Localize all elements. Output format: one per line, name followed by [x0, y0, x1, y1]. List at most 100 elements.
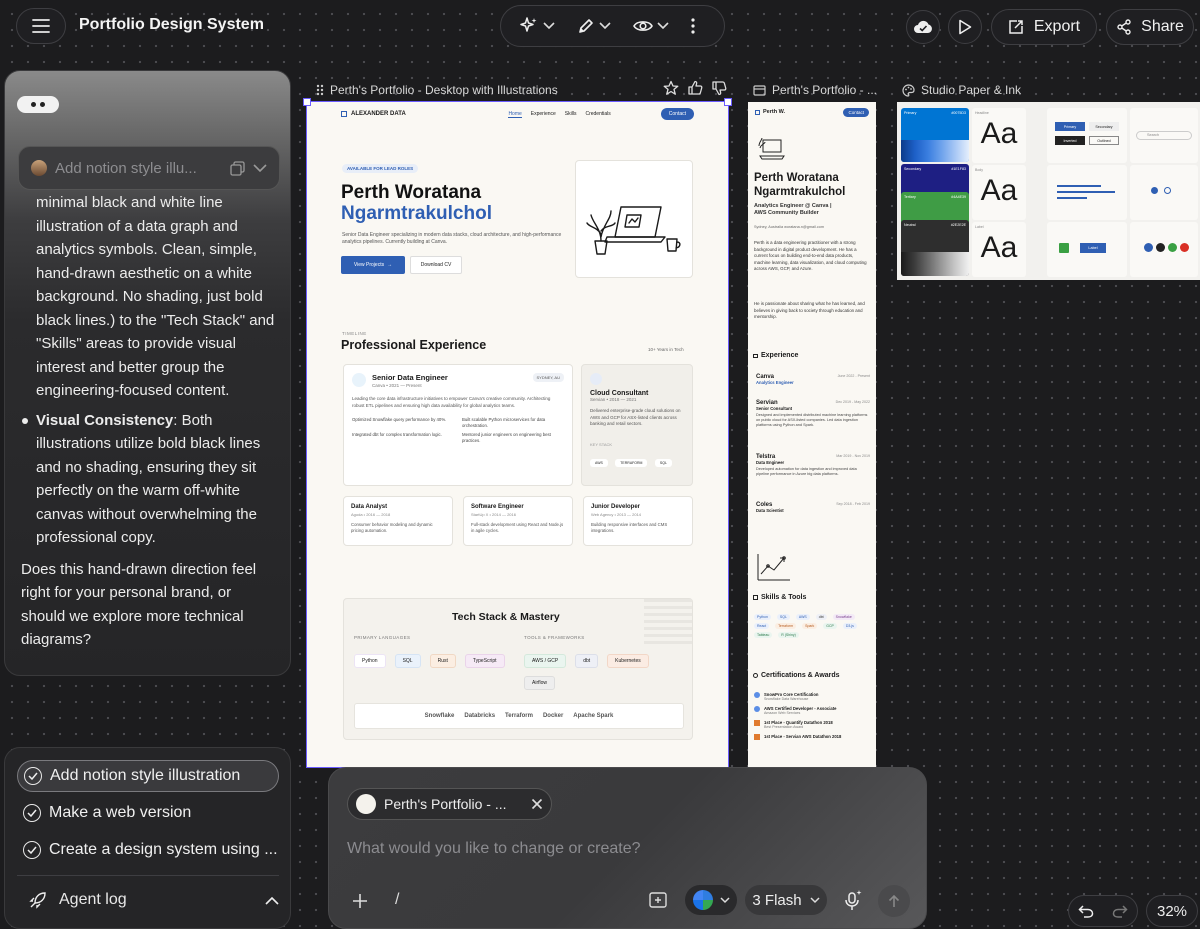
nav-home[interactable]: Home — [508, 111, 522, 118]
bullet-item: Visual Consistency: Both illustrations u… — [21, 409, 276, 550]
section-title: Experience — [761, 352, 799, 359]
hero-illustration-card — [575, 160, 693, 278]
attach-frame-icon[interactable] — [649, 892, 667, 908]
buttons-card: Primary Secondary Inverted Outlined — [1047, 108, 1127, 163]
job-card-small[interactable]: Data Analyst Agoda • 2016 — 2018 Consume… — [343, 496, 453, 546]
close-icon[interactable] — [531, 798, 543, 810]
mobile-job[interactable]: Canva June 2022 - Present Analytics Engin… — [756, 374, 870, 385]
redo-icon[interactable] — [1112, 904, 1128, 918]
tools-icon — [753, 595, 758, 600]
agent-log-toggle[interactable]: Agent log — [29, 888, 279, 912]
tools-label: TOOLS & FRAMEWORKS — [524, 635, 585, 640]
job-card-cloud-consultant[interactable]: Cloud Consultant Servian • 2018 — 2021 D… — [581, 364, 693, 486]
sample-secondary-button: Secondary — [1089, 122, 1119, 131]
sparkle-icon — [520, 17, 537, 32]
lang-tag-rust: Rust — [429, 654, 456, 668]
ai-tool-dropdown[interactable] — [511, 16, 563, 36]
mobile-contact-button[interactable]: Contact — [843, 107, 869, 117]
mobile-job[interactable]: Coles Sep 2018 - Feb 2019 Data Scientist — [756, 502, 870, 513]
frame-label-desktop[interactable]: Perth's Portfolio - Desktop with Illustr… — [316, 83, 558, 97]
attached-frame-chip[interactable]: Perth's Portfolio - ... — [347, 788, 552, 820]
contact-button[interactable]: Contact — [660, 108, 694, 120]
mobile-nav: Perth W. Contact — [748, 102, 876, 122]
suggestion-design-system[interactable]: Create a design system using ... — [17, 834, 284, 866]
desktop-portfolio-frame[interactable]: ALEXANDER DATA Home Experience Skills Cr… — [306, 101, 729, 768]
selection-handle[interactable] — [724, 98, 732, 106]
role: Analytics Engineer — [756, 380, 794, 385]
mobile-portfolio-frame[interactable]: Perth W. Contact Perth Woratana Ngarmtra… — [748, 102, 876, 767]
nav-skills[interactable]: Skills — [565, 111, 577, 117]
frame-label-studio[interactable]: Studio Paper & Ink — [902, 83, 1021, 97]
skill-tag: Terraform — [775, 623, 797, 629]
nav-credentials[interactable]: Credentials — [585, 111, 610, 117]
job-description: Building responsive interfaces and CMS i… — [591, 522, 668, 533]
chat-input-field[interactable]: Add notion style illu... — [18, 146, 280, 190]
nav-experience[interactable]: Experience — [531, 111, 556, 117]
mobile-job[interactable]: Servian Dec 2019 - May 2022 Senior Consul… — [756, 400, 870, 428]
mobile-frame-icon — [753, 84, 766, 96]
message-line: and no shading, ensuring they sit — [36, 458, 257, 476]
menu-button[interactable] — [16, 8, 66, 44]
cloud-save-button[interactable] — [906, 10, 940, 44]
preview-play-button[interactable] — [948, 10, 982, 44]
availability-badge: AVAILABLE FOR LEAD ROLES — [342, 164, 419, 173]
sample-outlined-button: Outlined — [1089, 136, 1119, 145]
add-icon[interactable] — [351, 892, 369, 910]
type-sample: Aa — [980, 231, 1018, 264]
job-meta: Canva • 2021 — Present — [372, 383, 422, 388]
chevron-down-icon[interactable] — [253, 163, 267, 173]
view-projects-button[interactable]: View Projects → — [341, 256, 405, 274]
job-card-senior-de[interactable]: Senior Data Engineer Canva • 2021 — Pres… — [343, 364, 573, 486]
job-card-small[interactable]: Software Engineer StartUp X • 2014 — 201… — [463, 496, 573, 546]
job-card-small[interactable]: Junior Developer Web Agency • 2013 — 201… — [583, 496, 693, 546]
more-options-button[interactable] — [683, 18, 703, 34]
star-icon[interactable] — [663, 80, 679, 96]
project-title[interactable]: Portfolio Design System — [79, 16, 264, 34]
download-cv-button[interactable]: Download CV — [410, 256, 462, 274]
prompt-input[interactable]: What would you like to change or create? — [347, 840, 907, 858]
skill-tags: Python SQL AWS dbt Snowflake React Terra… — [754, 614, 870, 638]
sample-search: Search — [1136, 131, 1192, 140]
voice-sparkle-mic-icon[interactable] — [843, 889, 863, 911]
design-system-frame[interactable]: Primary #0075D3 Secondary #1E1F83 Tertiary… — [897, 102, 1200, 280]
frame-title: Perth's Portfolio - ... — [772, 83, 877, 97]
award-icon — [753, 673, 758, 678]
stack-tag: AWS — [590, 458, 608, 467]
undo-icon[interactable] — [1078, 904, 1094, 918]
selection-handle[interactable] — [303, 98, 311, 106]
avatar — [31, 160, 47, 176]
icons-card — [1130, 165, 1198, 220]
job-description: Consumer behavior modeling and dynamic p… — [351, 522, 433, 533]
view-dropdown[interactable] — [625, 19, 677, 33]
draw-tool-dropdown[interactable] — [569, 17, 619, 35]
export-button[interactable]: Export — [991, 9, 1097, 45]
share-button[interactable]: Share — [1106, 9, 1194, 45]
key-stack-label: KEY STACK — [590, 441, 613, 447]
primary-languages-label: PRIMARY LANGUAGES — [354, 635, 411, 640]
logo-snowflake: Snowflake — [424, 713, 455, 719]
send-button[interactable] — [878, 885, 910, 917]
chevron-down-icon — [599, 22, 611, 30]
mobile-job[interactable]: Telstra Mar 2019 - Nov 2019 Data Engineer… — [756, 454, 870, 477]
model-selector[interactable]: 3 Flash — [745, 885, 827, 915]
chat-panel[interactable]: Add notion style illu... minimal black a… — [4, 70, 291, 676]
button-label: View Projects — [353, 262, 385, 268]
logo-icon — [755, 109, 760, 115]
slash-command-button[interactable]: / — [395, 891, 399, 909]
message-line: background. No shading, just bold — [36, 288, 263, 305]
thumbs-down-icon[interactable] — [711, 80, 727, 96]
thumbs-up-icon[interactable] — [687, 80, 703, 96]
skill-tag: SQL — [776, 614, 790, 620]
frame-label-mobile[interactable]: Perth's Portfolio - ... — [753, 83, 877, 97]
laptop-sketch-icon — [758, 137, 785, 160]
logo-strip: Snowflake Databricks Terraform Docker Ap… — [354, 703, 684, 729]
theme-picker[interactable] — [685, 885, 737, 915]
message-line: should we explore more technical — [21, 607, 244, 625]
chevron-down-icon — [657, 22, 669, 30]
skill-tag: D3.js — [842, 623, 857, 629]
suggestion-add-illustration[interactable]: Add notion style illustration — [17, 760, 279, 792]
job-title: Senior Data Engineer — [372, 373, 448, 382]
copy-icon[interactable] — [230, 160, 245, 176]
suggestion-web-version[interactable]: Make a web version — [17, 797, 197, 829]
zoom-level[interactable]: 32% — [1146, 895, 1198, 927]
